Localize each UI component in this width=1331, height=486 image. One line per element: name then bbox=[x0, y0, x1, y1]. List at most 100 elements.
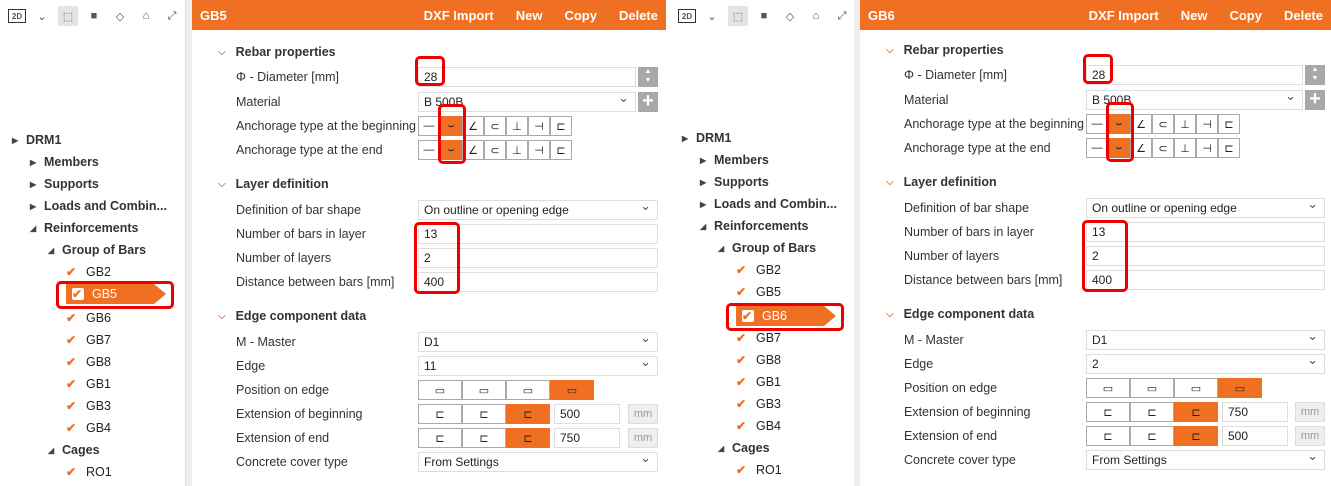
expanded-triangle-icon[interactable]: ◢ bbox=[718, 244, 732, 253]
position-option[interactable]: ▭ bbox=[1086, 378, 1130, 398]
anchorage-type-option[interactable]: ⊥ bbox=[506, 116, 528, 136]
diameter-stepper[interactable]: ▲ ▼ bbox=[638, 67, 658, 87]
view-mode-dropdown[interactable]: 2D bbox=[8, 9, 26, 23]
expanded-triangle-icon[interactable]: ◢ bbox=[700, 222, 714, 231]
anchorage-type-option[interactable]: ∠ bbox=[462, 140, 484, 160]
checkbox-icon[interactable]: ✔ bbox=[66, 378, 78, 390]
section-layer[interactable]: ⌵ Layer definition bbox=[218, 177, 329, 191]
anchorage-type-option[interactable]: ⊏ bbox=[1218, 114, 1240, 134]
anchorage-type-option[interactable]: — bbox=[1086, 138, 1108, 158]
anchorage-type-option[interactable]: ⊏ bbox=[550, 116, 572, 136]
checkbox-icon[interactable]: ✔ bbox=[736, 332, 748, 344]
tree-item[interactable]: ▶ Supports bbox=[30, 174, 99, 194]
anchorage-type-option[interactable]: ⊏ bbox=[1218, 138, 1240, 158]
home-view-icon[interactable]: ⌂ bbox=[806, 6, 826, 26]
checkbox-icon[interactable]: ✔ bbox=[736, 286, 748, 298]
tree-item[interactable]: ✔ GB6 bbox=[736, 306, 836, 326]
position-option[interactable]: ▭ bbox=[418, 380, 462, 400]
tree-item[interactable]: ▶ Supports bbox=[700, 172, 769, 192]
position-option[interactable]: ▭ bbox=[550, 380, 594, 400]
delete-button[interactable]: Delete bbox=[1284, 8, 1323, 23]
tree-item[interactable]: ✔ GB2 bbox=[66, 262, 111, 282]
cover-select[interactable]: From Settings bbox=[418, 449, 658, 472]
extension-option[interactable]: ⊏ bbox=[1174, 402, 1218, 422]
anchorage-type-option[interactable]: ⊣ bbox=[1196, 138, 1218, 158]
section-edge[interactable]: ⌵ Edge component data bbox=[886, 307, 1034, 321]
checkbox-icon[interactable]: ✔ bbox=[736, 264, 748, 276]
position-option[interactable]: ▭ bbox=[1130, 378, 1174, 398]
tree-item[interactable]: ✔ GB8 bbox=[66, 352, 111, 372]
extension-option[interactable]: ⊏ bbox=[1130, 402, 1174, 422]
tree-item[interactable]: ▶ Loads and Combin... bbox=[30, 196, 167, 216]
ext_end-input[interactable]: 750 bbox=[554, 428, 620, 448]
extension-option[interactable]: ⊏ bbox=[462, 428, 506, 448]
checkbox-icon[interactable]: ✔ bbox=[72, 288, 84, 300]
position-option[interactable]: ▭ bbox=[506, 380, 550, 400]
collapsed-triangle-icon[interactable]: ▶ bbox=[700, 156, 714, 165]
wireframe-view-icon[interactable]: ⬚ bbox=[728, 6, 748, 26]
tree-item[interactable]: ◢ Group of Bars bbox=[48, 240, 146, 260]
checkbox-icon[interactable]: ✔ bbox=[736, 464, 748, 476]
anchorage-type-option[interactable]: ⊂ bbox=[484, 116, 506, 136]
tree-item[interactable]: ▶ DRM1 bbox=[12, 130, 61, 150]
checkbox-icon[interactable]: ✔ bbox=[66, 466, 78, 478]
distance-input[interactable]: 400 bbox=[1086, 270, 1325, 290]
tree-item[interactable]: ✔ GB3 bbox=[66, 396, 111, 416]
anchorage-type-option[interactable]: — bbox=[418, 116, 440, 136]
checkbox-icon[interactable]: ✔ bbox=[66, 356, 78, 368]
chevron-down-icon[interactable]: ⌄ bbox=[32, 6, 52, 26]
extension-option[interactable]: ⊏ bbox=[506, 404, 550, 424]
diameter-input[interactable]: 28 bbox=[418, 67, 636, 87]
anchorage-type-option[interactable]: — bbox=[1086, 114, 1108, 134]
anchorage-type-option[interactable]: ⊥ bbox=[1174, 138, 1196, 158]
extension-option[interactable]: ⊏ bbox=[462, 404, 506, 424]
material-select[interactable]: B 500B bbox=[418, 89, 636, 112]
checkbox-icon[interactable]: ✔ bbox=[66, 334, 78, 346]
anchorage-type-option[interactable]: ⊣ bbox=[528, 116, 550, 136]
checkbox-icon[interactable]: ✔ bbox=[736, 398, 748, 410]
anchorage-type-option[interactable]: ⊥ bbox=[1174, 114, 1196, 134]
anchorage-type-option[interactable]: — bbox=[418, 140, 440, 160]
anchorage-type-option[interactable]: ⊣ bbox=[528, 140, 550, 160]
extension-option[interactable]: ⊏ bbox=[1174, 426, 1218, 446]
tree-item[interactable]: ◢ Cages bbox=[48, 440, 100, 460]
tree-item[interactable]: ▶ DRM1 bbox=[682, 128, 731, 148]
wireframe-view-icon[interactable]: ⬚ bbox=[58, 6, 78, 26]
position-option[interactable]: ▭ bbox=[1174, 378, 1218, 398]
distance-input[interactable]: 400 bbox=[418, 272, 658, 292]
section-view-icon[interactable]: ◇ bbox=[110, 6, 130, 26]
collapsed-triangle-icon[interactable]: ▶ bbox=[700, 200, 714, 209]
anchorage-type-option[interactable]: ∠ bbox=[1130, 138, 1152, 158]
anchorage-type-option[interactable]: ⊏ bbox=[550, 140, 572, 160]
tree-item[interactable]: ✔ GB3 bbox=[736, 394, 781, 414]
tree-item[interactable]: ▶ Members bbox=[700, 150, 769, 170]
material-select[interactable]: B 500B bbox=[1086, 87, 1303, 110]
fit-view-icon[interactable]: ⤢ bbox=[832, 6, 852, 26]
expanded-triangle-icon[interactable]: ◢ bbox=[48, 246, 62, 255]
tree-item[interactable]: ✔ RO1 bbox=[736, 460, 782, 480]
bars_in_layer-input[interactable]: 13 bbox=[1086, 222, 1325, 242]
expanded-triangle-icon[interactable]: ◢ bbox=[30, 224, 44, 233]
view-mode-dropdown[interactable]: 2D bbox=[678, 9, 696, 23]
tree-item[interactable]: ✔ GB4 bbox=[66, 418, 111, 438]
checkbox-icon[interactable]: ✔ bbox=[66, 422, 78, 434]
tree-item[interactable]: ◢ Group of Bars bbox=[718, 238, 816, 258]
section-view-icon[interactable]: ◇ bbox=[780, 6, 800, 26]
checkbox-icon[interactable]: ✔ bbox=[66, 266, 78, 278]
tree-item[interactable]: ✔ GB1 bbox=[66, 374, 111, 394]
section-rebar[interactable]: ⌵ Rebar properties bbox=[218, 45, 336, 59]
checkbox-icon[interactable]: ✔ bbox=[66, 400, 78, 412]
edge-select[interactable]: 2 bbox=[1086, 351, 1325, 374]
dxf-import-button[interactable]: DXF Import bbox=[1089, 8, 1159, 23]
copy-button[interactable]: Copy bbox=[564, 8, 597, 23]
new-button[interactable]: New bbox=[1181, 8, 1208, 23]
add-material-button[interactable]: + bbox=[638, 91, 658, 112]
tree-item[interactable]: ◢ Reinforcements bbox=[30, 218, 138, 238]
tree-item[interactable]: ✔ GB4 bbox=[736, 416, 781, 436]
bar_shape-select[interactable]: On outline or opening edge bbox=[1086, 195, 1325, 218]
extension-option[interactable]: ⊏ bbox=[1130, 426, 1174, 446]
tree-item[interactable]: ✔ GB2 bbox=[736, 260, 781, 280]
checkbox-icon[interactable]: ✔ bbox=[736, 420, 748, 432]
anchorage-type-option[interactable]: ⊣ bbox=[1196, 114, 1218, 134]
position-option[interactable]: ▭ bbox=[462, 380, 506, 400]
